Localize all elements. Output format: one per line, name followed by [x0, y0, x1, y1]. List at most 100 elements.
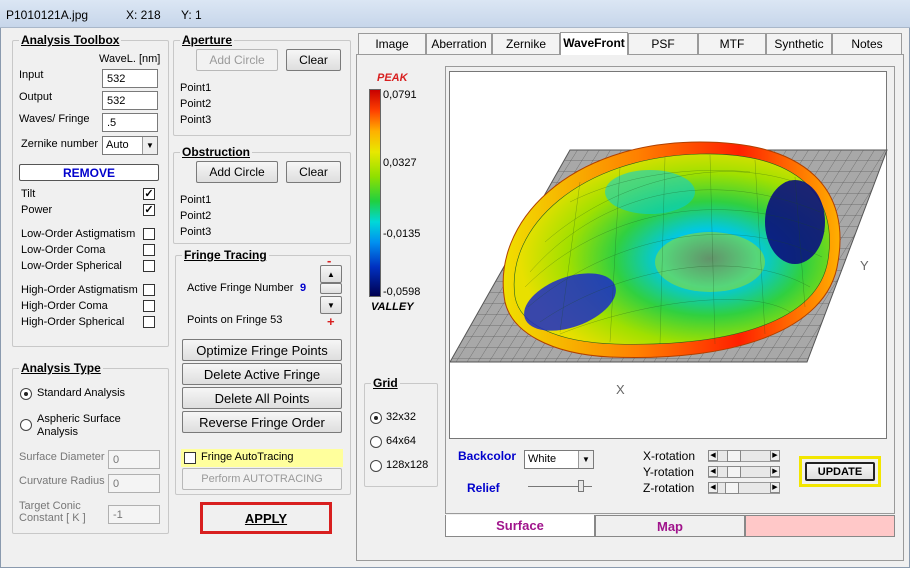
relief-slider-thumb[interactable] — [578, 480, 584, 492]
tab-aberration[interactable]: Aberration — [426, 33, 492, 54]
grid-32-radio[interactable] — [370, 412, 382, 424]
fringe-spin-separator — [320, 283, 342, 294]
chevron-left-icon[interactable]: ◀ — [708, 482, 718, 493]
y-rotation-thumb[interactable] — [727, 466, 741, 478]
backcolor-select[interactable]: White ▼ — [524, 450, 594, 469]
obstruction-point-2: Point2 — [180, 210, 212, 222]
high-spherical-checkbox[interactable] — [143, 316, 155, 328]
chevron-right-icon[interactable]: ▶ — [770, 466, 780, 477]
tab-psf[interactable]: PSF — [628, 33, 698, 54]
perform-autotracing-button[interactable]: Perform AUTOTRACING — [182, 468, 342, 490]
delete-all-points-button[interactable]: Delete All Points — [182, 387, 342, 409]
obstruction-clear-button[interactable]: Clear — [286, 161, 341, 183]
low-astigmatism-checkbox[interactable] — [143, 228, 155, 240]
fringe-up-button[interactable]: ▲ — [320, 265, 342, 283]
z-rotation-label: Z-rotation — [643, 481, 695, 495]
backcolor-label: Backcolor — [458, 449, 517, 463]
z-rotation-scrollbar[interactable]: ◀ ▶ — [708, 482, 780, 494]
chevron-left-icon[interactable]: ◀ — [708, 466, 718, 477]
output-wavelength-field[interactable] — [102, 91, 158, 110]
chevron-down-icon[interactable]: ▼ — [578, 451, 593, 468]
wavefront-plot[interactable]: X Y — [449, 71, 888, 439]
waves-fringe-field[interactable] — [102, 113, 158, 132]
analysis-type-title: Analysis Type — [19, 361, 103, 375]
zernike-number-value: Auto — [106, 139, 129, 151]
y-rotation-scrollbar[interactable]: ◀ ▶ — [708, 466, 780, 478]
surface-diameter-field[interactable] — [108, 450, 160, 469]
wavefront-surface-svg — [449, 141, 888, 363]
apply-button[interactable]: APPLY — [200, 502, 332, 534]
surface-view-tab[interactable]: Surface — [445, 515, 595, 537]
x-rotation-thumb[interactable] — [727, 450, 741, 462]
grid-128-radio[interactable] — [370, 460, 382, 472]
high-astigmatism-checkbox[interactable] — [143, 284, 155, 296]
target-conic-field[interactable] — [108, 505, 160, 524]
remove-button[interactable]: REMOVE — [19, 164, 159, 181]
chevron-left-icon[interactable]: ◀ — [708, 450, 718, 461]
zernike-number-select[interactable]: Auto ▼ — [102, 136, 158, 155]
term-label-high-spherical: High-Order Spherical — [21, 316, 125, 328]
optimize-fringe-points-button[interactable]: Optimize Fringe Points — [182, 339, 342, 361]
points-on-fringe-label: Points on Fringe 53 — [187, 314, 283, 326]
map-view-tab[interactable]: Map — [595, 515, 745, 537]
x-rotation-scrollbar[interactable]: ◀ ▶ — [708, 450, 780, 462]
input-label: Input — [19, 69, 44, 81]
aperture-clear-button[interactable]: Clear — [286, 49, 341, 71]
term-label-tilt: Tilt — [21, 188, 36, 200]
colorbar-tick-2: 0,0327 — [383, 157, 417, 169]
analysis-type-group: Analysis Type Standard Analysis Aspheric… — [12, 361, 169, 534]
low-coma-checkbox[interactable] — [143, 244, 155, 256]
view-tab-filler — [745, 515, 895, 537]
delete-active-fringe-button[interactable]: Delete Active Fringe — [182, 363, 342, 385]
target-conic-label: Target Conic — [19, 500, 81, 512]
tab-notes[interactable]: Notes — [832, 33, 902, 54]
grid-group: Grid 32x32 64x64 128x128 — [364, 376, 438, 487]
reverse-fringe-order-button[interactable]: Reverse Fringe Order — [182, 411, 342, 433]
obstruction-point-1: Point1 — [180, 194, 212, 206]
grid-64-radio[interactable] — [370, 436, 382, 448]
input-wavelength-field[interactable] — [102, 69, 158, 88]
obstruction-group: Obstruction Add Circle Clear Point1 Poin… — [173, 145, 351, 244]
fringe-autotracing-label: Fringe AutoTracing — [201, 451, 294, 463]
term-label-high-coma: High-Order Coma — [21, 300, 108, 312]
fringe-down-button[interactable]: ▼ — [320, 296, 342, 314]
tab-zernike[interactable]: Zernike — [492, 33, 560, 54]
autotracing-row: Fringe AutoTracing — [181, 449, 343, 467]
wavelength-header: WaveL. [nm] — [99, 53, 161, 65]
surface-diameter-label: Surface Diameter — [19, 451, 105, 463]
curvature-radius-field[interactable] — [108, 474, 160, 493]
aspheric-analysis-radio[interactable] — [20, 419, 32, 431]
tab-image[interactable]: Image — [358, 33, 426, 54]
update-button[interactable]: UPDATE — [805, 462, 875, 481]
term-label-low-spherical: Low-Order Spherical — [21, 260, 122, 272]
z-rotation-thumb[interactable] — [725, 482, 739, 494]
tab-wavefront[interactable]: WaveFront — [560, 32, 628, 55]
colorbar-tick-max: 0,0791 — [383, 89, 417, 101]
term-label-high-astigmatism: High-Order Astigmatism — [21, 284, 138, 296]
chevron-right-icon[interactable]: ▶ — [770, 482, 780, 493]
x-coordinate-readout: X: 218 — [126, 8, 161, 22]
tilt-checkbox[interactable]: ✓ — [143, 188, 155, 200]
standard-analysis-radio[interactable] — [20, 388, 32, 400]
aperture-add-circle-button[interactable]: Add Circle — [196, 49, 278, 71]
fringe-autotracing-checkbox[interactable] — [184, 452, 196, 464]
y-rotation-label: Y-rotation — [643, 465, 694, 479]
relief-label: Relief — [467, 481, 500, 495]
zernike-number-label: Zernike number — [21, 138, 99, 150]
tab-synthetic[interactable]: Synthetic — [766, 33, 832, 54]
obstruction-point-3: Point3 — [180, 226, 212, 238]
high-coma-checkbox[interactable] — [143, 300, 155, 312]
low-spherical-checkbox[interactable] — [143, 260, 155, 272]
fringe-plus-sign: + — [327, 314, 335, 329]
tab-mtf[interactable]: MTF — [698, 33, 766, 54]
chevron-down-icon[interactable]: ▼ — [142, 137, 157, 154]
aperture-title: Aperture — [180, 33, 235, 47]
surface-valley-right — [765, 180, 825, 264]
power-checkbox[interactable]: ✓ — [143, 204, 155, 216]
aperture-group: Aperture Add Circle Clear Point1 Point2 … — [173, 33, 351, 136]
output-label: Output — [19, 91, 53, 103]
obstruction-add-circle-button[interactable]: Add Circle — [196, 161, 278, 183]
relief-slider[interactable] — [528, 478, 592, 494]
chevron-right-icon[interactable]: ▶ — [770, 450, 780, 461]
plot-x-axis-label: X — [616, 382, 625, 397]
